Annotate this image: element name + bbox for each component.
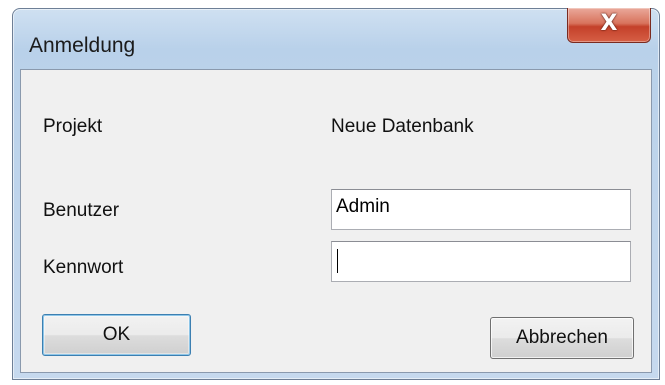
project-label: Projekt (43, 116, 103, 137)
user-input[interactable]: Admin (331, 189, 631, 230)
text-caret (337, 249, 338, 273)
login-dialog: Anmeldung X Projekt Neue Datenbank Benut… (12, 8, 660, 380)
window-title: Anmeldung (29, 34, 136, 57)
title-bar[interactable]: Anmeldung X (13, 8, 659, 67)
close-button[interactable]: X (567, 8, 651, 43)
dialog-body: Projekt Neue Datenbank Benutzer Admin Ke… (20, 69, 652, 373)
project-value: Neue Datenbank (331, 116, 474, 137)
ok-button[interactable]: OK (42, 314, 191, 356)
password-label: Kennwort (43, 257, 124, 278)
close-icon: X (600, 11, 618, 36)
password-input[interactable] (331, 241, 631, 282)
cancel-button[interactable]: Abbrechen (490, 317, 634, 359)
user-label: Benutzer (43, 200, 120, 221)
user-input-value: Admin (336, 196, 390, 217)
